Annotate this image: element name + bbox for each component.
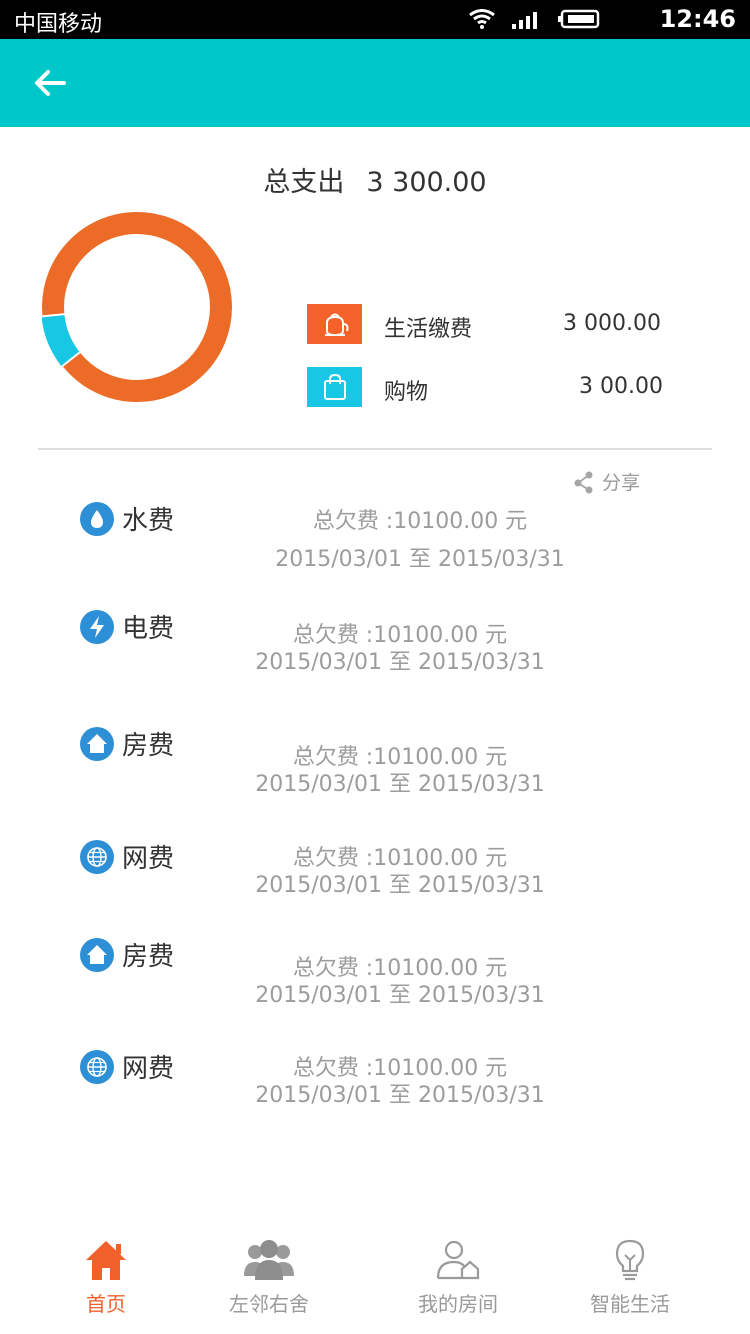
bill-name: 网费 — [122, 844, 175, 874]
teapot-icon — [307, 304, 362, 344]
people-icon — [244, 1240, 294, 1280]
app-bar — [0, 39, 750, 127]
tab-home[interactable]: 首页 — [66, 1238, 146, 1317]
legend-item-living: 生活缴费 3 000.00 — [307, 304, 667, 344]
bill-name: 网费 — [122, 1054, 175, 1084]
bill-period: 2015/03/01 至 2015/03/31 — [255, 772, 545, 797]
bill-name: 水费 — [122, 506, 175, 536]
legend-label: 购物 — [384, 380, 429, 405]
globe-icon — [80, 840, 114, 874]
donut-living-segment — [42, 212, 232, 402]
share-button[interactable]: 分享 — [572, 468, 640, 495]
legend-amount: 3 00.00 — [579, 374, 663, 399]
tab-smart-life[interactable]: 智能生活 — [580, 1238, 680, 1317]
total-value: 3 300.00 — [366, 167, 487, 198]
signal-icon — [512, 12, 537, 29]
person-house-icon — [436, 1240, 480, 1280]
legend-item-shopping: 购物 3 00.00 — [307, 367, 667, 407]
bill-owed: 总欠费 :10100.00 元 — [312, 509, 528, 534]
share-label: 分享 — [602, 472, 641, 494]
bill-name: 房费 — [122, 942, 175, 972]
home-icon — [86, 1241, 126, 1280]
bill-period: 2015/03/01 至 2015/03/31 — [255, 983, 545, 1008]
clock: 12:46 — [659, 5, 736, 33]
bill-name: 电费 — [122, 614, 175, 644]
tab-label: 左邻右舍 — [229, 1292, 309, 1316]
legend-label: 生活缴费 — [384, 317, 473, 342]
tab-label: 我的房间 — [418, 1292, 498, 1316]
house-icon — [80, 938, 114, 972]
globe-icon — [80, 1050, 114, 1084]
bill-period: 2015/03/01 至 2015/03/31 — [255, 650, 545, 675]
carrier-label: 中国移动 — [14, 12, 103, 37]
water-drop-icon — [80, 502, 114, 536]
total-label: 总支出 — [263, 167, 345, 198]
expense-donut-chart — [42, 212, 232, 402]
shopping-bag-icon — [307, 367, 362, 407]
bill-period: 2015/03/01 至 2015/03/31 — [275, 547, 565, 572]
bill-period: 2015/03/01 至 2015/03/31 — [255, 873, 545, 898]
tab-label: 智能生活 — [590, 1292, 670, 1316]
section-divider — [38, 448, 712, 450]
share-icon — [574, 471, 593, 493]
total-expense: 总支出 3 300.00 — [0, 160, 750, 199]
bill-name: 房费 — [122, 731, 175, 761]
tab-label: 首页 — [86, 1292, 126, 1316]
lightning-icon — [80, 610, 114, 644]
tab-my-room[interactable]: 我的房间 — [408, 1238, 508, 1317]
bottom-tab-bar: 首页 左邻右舍 我的房间 智能生活 — [0, 1238, 750, 1334]
lightbulb-icon — [615, 1239, 645, 1281]
bill-period: 2015/03/01 至 2015/03/31 — [255, 1083, 545, 1108]
battery-icon — [558, 9, 600, 29]
legend-amount: 3 000.00 — [563, 311, 661, 336]
house-icon — [80, 727, 114, 761]
status-icons — [468, 8, 600, 30]
wifi-icon — [469, 9, 495, 29]
tab-neighbors[interactable]: 左邻右舍 — [219, 1238, 319, 1317]
status-bar: 中国移动 12:46 — [0, 0, 750, 39]
back-arrow-icon[interactable] — [30, 63, 70, 103]
